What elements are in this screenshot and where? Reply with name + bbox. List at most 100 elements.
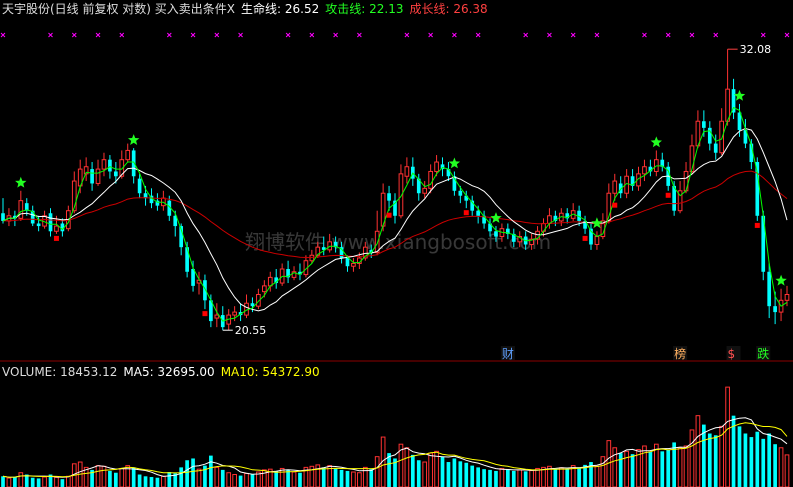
candle-body <box>755 162 760 216</box>
candle-body <box>309 254 315 262</box>
volume-bar <box>13 477 17 487</box>
buy-star-icon <box>775 274 787 286</box>
cross-marker-icon <box>119 32 125 38</box>
candles <box>1 49 790 331</box>
cross-marker-icon <box>333 32 338 38</box>
sell-dot-icon <box>754 222 760 228</box>
volume-bar <box>755 431 760 487</box>
volume-bar <box>725 386 730 487</box>
cross-marker-icon <box>214 32 220 38</box>
volume-bar <box>101 465 107 487</box>
candle-body <box>784 293 790 301</box>
cross-marker-icon <box>238 32 243 38</box>
buy-star-icon <box>15 176 27 188</box>
candle-body <box>351 262 356 267</box>
candle-body <box>725 88 730 122</box>
volume-bar <box>630 454 635 487</box>
cross-marker-icon <box>95 32 101 38</box>
volume-bar <box>137 474 142 487</box>
cross-marker-icon <box>428 32 433 38</box>
cross-marker-icon <box>357 32 362 38</box>
volume-bar <box>291 471 297 487</box>
volume-bar <box>369 469 374 487</box>
volume-bar <box>428 452 433 487</box>
event-marker-label: $ <box>728 347 736 361</box>
volume-bar <box>191 458 195 487</box>
cross-marker-icon <box>594 32 600 38</box>
volume-bar <box>30 477 35 487</box>
cross-marker-icon <box>547 32 552 38</box>
candle-body <box>404 166 410 177</box>
volume-bar <box>131 467 136 487</box>
cross-marker-icon <box>166 32 172 38</box>
volume-bar <box>209 455 213 487</box>
candle-body <box>95 168 101 184</box>
volume-bar <box>42 476 47 487</box>
volume-bar <box>778 447 784 487</box>
volume-bar <box>321 467 326 487</box>
volume-bar <box>119 467 125 487</box>
cross-marker-icon <box>642 32 647 38</box>
candle-body <box>719 120 725 154</box>
volume-bar <box>374 456 380 487</box>
buy-star-icon <box>490 212 502 223</box>
candle-body <box>214 314 220 319</box>
volume-bar <box>506 469 510 487</box>
volume-bar <box>65 475 71 487</box>
volume-bar <box>713 435 718 487</box>
volume-bar <box>167 472 172 487</box>
sell-dot-icon <box>463 210 469 216</box>
volume-bar <box>1 476 5 487</box>
volume-bar <box>612 447 618 487</box>
cross-marker-icon <box>760 32 766 38</box>
volume-bar <box>143 476 148 487</box>
sell-dot-icon <box>665 192 671 198</box>
candle-body <box>458 190 463 196</box>
candle-body <box>137 178 142 194</box>
volume-bar <box>594 465 600 487</box>
volume-bar <box>339 469 344 487</box>
volume-bar <box>298 472 302 487</box>
candle-body <box>434 161 439 172</box>
cross-marker-icon <box>713 32 719 38</box>
volume-bar <box>250 474 255 487</box>
volume-bar <box>653 443 659 487</box>
cross-marker-icon <box>71 32 77 38</box>
volume-bar <box>707 433 712 487</box>
volume-bar <box>357 472 362 487</box>
volume-bar <box>511 470 516 487</box>
volume-bar <box>345 470 350 487</box>
candle-body <box>374 230 380 254</box>
volume-bar <box>410 454 415 487</box>
buy-star-icon <box>448 157 461 169</box>
volume-bar <box>494 470 498 487</box>
event-marker-label: 跌 <box>757 346 769 361</box>
cross-marker-icon <box>309 32 315 38</box>
cross-marker-icon <box>665 32 671 38</box>
event-marker-label: 财 <box>502 347 514 361</box>
volume-bar <box>60 479 65 487</box>
volume-bar <box>749 437 754 487</box>
volume-bar <box>446 462 451 487</box>
volume-bar <box>743 433 748 487</box>
cross-marker-icon <box>475 32 481 38</box>
volume-bar <box>470 465 475 487</box>
low-price-label: 20.55 <box>235 324 267 337</box>
candle-body <box>594 236 600 245</box>
volume-bar <box>232 474 237 487</box>
volume-bar <box>54 476 59 487</box>
candle-body <box>108 159 112 172</box>
volume-bar <box>440 456 445 487</box>
buy-star-icon <box>733 89 746 101</box>
candle-body <box>422 187 428 194</box>
sell-dot-icon <box>582 235 588 241</box>
candle-body <box>767 271 772 307</box>
volume-bar <box>577 467 581 487</box>
cross-marker-icon <box>570 32 576 38</box>
sell-dot-icon <box>202 311 208 317</box>
volume-bar <box>689 429 695 487</box>
volume-bar <box>161 475 166 487</box>
volume-bar <box>24 474 29 487</box>
volume-bar <box>558 467 564 487</box>
volume-bar <box>279 467 285 487</box>
